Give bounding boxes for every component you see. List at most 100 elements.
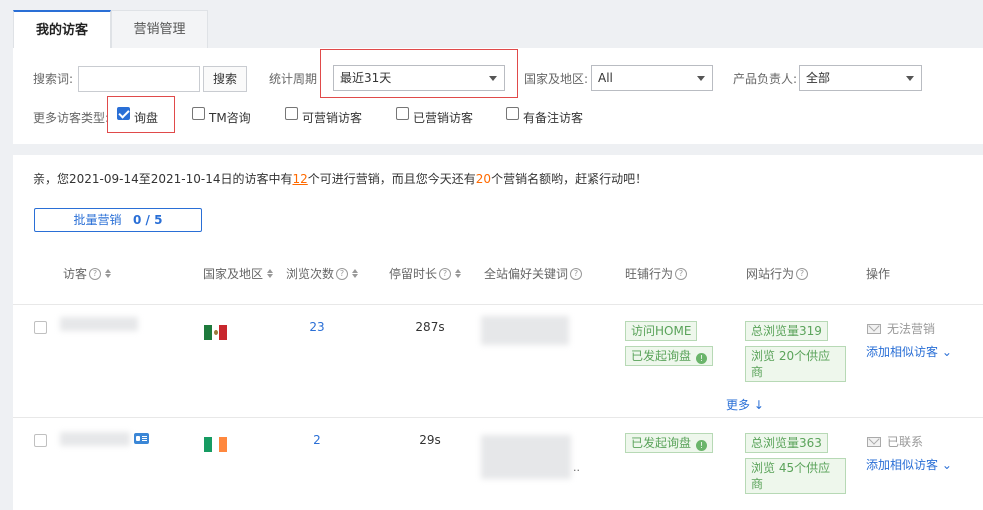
region-select[interactable]: All <box>591 65 713 91</box>
col-keywords-label: 全站偏好关键词 <box>484 267 569 281</box>
mail-icon <box>867 436 881 447</box>
views-count[interactable]: 2 <box>297 433 337 447</box>
more-types-label: 更多访客类型: <box>33 111 110 125</box>
more-label: 更多 <box>726 398 751 412</box>
search-label: 搜索词: <box>33 72 74 86</box>
views-count[interactable]: 23 <box>297 320 337 334</box>
bulk-marketing-button[interactable]: 批量营销 0 / 5 <box>34 208 202 232</box>
chevron-down-icon: ⌄ <box>941 458 952 472</box>
info-icon: ! <box>696 440 708 451</box>
op-status: 已联系 <box>867 433 923 450</box>
annotation-box-period <box>320 49 518 98</box>
add-similar-visitor-link[interactable]: 添加相似访客 ⌄ <box>866 456 952 473</box>
col-visitor-label: 访客 <box>63 267 88 281</box>
add-similar-visitor-link[interactable]: 添加相似访客 ⌄ <box>866 343 952 360</box>
notice-text-3: 个营销名额哟，赶紧行动吧！ <box>491 172 648 186</box>
col-stay-label: 停留时长 <box>389 267 438 281</box>
add-similar-visitor-label: 添加相似访客 <box>866 458 939 472</box>
marketable-label: 可营销访客 <box>302 111 363 125</box>
row-divider <box>13 417 983 418</box>
row-checkbox[interactable] <box>34 321 47 334</box>
col-stay[interactable]: 停留时长 ? <box>389 265 462 282</box>
mail-icon <box>867 323 881 334</box>
col-region[interactable]: 国家及地区 <box>203 265 274 282</box>
notice-text-1: 亲，您2021-09-14至2021-10-14日的访客中有 <box>33 172 293 186</box>
marketable-checkbox[interactable] <box>285 107 298 120</box>
site-browse-suppliers: 浏览 20个供应商 <box>745 346 846 382</box>
sort-icon[interactable] <box>105 269 112 278</box>
stay-duration: 287s <box>415 320 445 334</box>
owner-select[interactable]: 全部 <box>799 65 922 91</box>
sort-icon[interactable] <box>267 269 274 278</box>
add-similar-visitor-label: 添加相似访客 <box>866 345 939 359</box>
shop-tag-inquiry-label: 已发起询盘 <box>631 436 692 450</box>
col-visitor[interactable]: 访客 ? <box>63 265 112 282</box>
visitor-name-blurred <box>60 432 130 446</box>
help-icon[interactable]: ? <box>570 267 583 280</box>
owner-value: 全部 <box>806 71 831 85</box>
id-card-icon[interactable] <box>134 433 149 444</box>
help-icon[interactable]: ? <box>439 267 452 280</box>
tm-consult-label: TM咨询 <box>209 111 251 125</box>
tab-marketing-management[interactable]: 营销管理 <box>111 10 208 48</box>
chevron-down-icon: ⌄ <box>941 345 952 359</box>
ireland-flag-icon <box>204 437 228 452</box>
tm-consult-checkbox[interactable] <box>192 107 205 120</box>
shop-tag-inquiry: 已发起询盘! <box>625 346 714 366</box>
tab-bar: 我的访客 营销管理 <box>0 0 983 48</box>
inquiry-label: 询盘 <box>134 111 159 125</box>
op-status-label: 已联系 <box>887 435 924 449</box>
col-region-label: 国家及地区 <box>203 267 264 281</box>
filter-panel: 搜索词: 搜索 统计周期 最近31天 国家及地区: All 产品负责人: 全部 … <box>13 48 983 144</box>
col-shop-label: 旺铺行为 <box>625 267 674 281</box>
tab-my-visitors[interactable]: 我的访客 <box>13 10 111 48</box>
col-ops-label: 操作 <box>866 267 891 281</box>
search-button[interactable]: 搜索 <box>203 66 247 92</box>
keywords-blurred <box>481 435 571 479</box>
col-ops: 操作 <box>866 265 890 282</box>
marketed-checkbox[interactable] <box>396 107 409 120</box>
col-views[interactable]: 浏览次数 ? <box>286 265 359 282</box>
search-input[interactable] <box>78 66 200 92</box>
notice-text-2: 个可进行营销，而且您今天还有 <box>307 172 476 186</box>
help-icon[interactable]: ? <box>675 267 688 280</box>
noted-checkbox[interactable] <box>506 107 519 120</box>
period-label: 统计周期 <box>269 72 318 86</box>
help-icon[interactable]: ? <box>89 267 102 280</box>
marketed-label: 已营销访客 <box>413 111 474 125</box>
shop-tag-inquiry: 已发起询盘! <box>625 433 714 453</box>
op-status: 无法营销 <box>867 320 935 337</box>
inquiry-checkbox[interactable] <box>117 107 130 120</box>
sort-icon[interactable] <box>352 269 359 278</box>
marketing-notice: 亲，您2021-09-14至2021-10-14日的访客中有12个可进行营销，而… <box>33 170 647 187</box>
quota-count: 20 <box>475 172 492 186</box>
keywords-blurred <box>481 316 569 345</box>
col-keywords: 全站偏好关键词 ? <box>484 265 583 282</box>
row-checkbox[interactable] <box>34 434 47 447</box>
region-value: All <box>598 71 613 85</box>
visitor-list-panel: 亲，您2021-09-14至2021-10-14日的访客中有12个可进行营销，而… <box>13 155 983 510</box>
shop-tag-visit-home: 访问HOME <box>625 321 698 341</box>
info-icon: ! <box>696 353 708 364</box>
more-link[interactable]: 更多 ↓ <box>726 396 764 413</box>
shop-tag-inquiry-label: 已发起询盘 <box>631 349 692 363</box>
keywords-ellipsis: .. <box>573 461 580 474</box>
col-site-label: 网站行为 <box>746 267 795 281</box>
visitor-name-blurred <box>60 317 138 331</box>
col-site: 网站行为 ? <box>746 265 809 282</box>
region-label: 国家及地区: <box>524 72 589 86</box>
noted-label: 有备注访客 <box>523 111 584 125</box>
sort-icon[interactable] <box>455 269 462 278</box>
help-icon[interactable]: ? <box>336 267 349 280</box>
chevron-down-icon <box>906 76 914 81</box>
site-browse-suppliers: 浏览 45个供应商 <box>745 458 846 494</box>
row-divider <box>13 304 983 305</box>
marketable-count[interactable]: 12 <box>292 172 307 186</box>
mexico-flag-icon <box>204 325 228 340</box>
bulk-marketing-count: 0 / 5 <box>133 213 163 227</box>
col-views-label: 浏览次数 <box>286 267 335 281</box>
site-total-views: 总浏览量363 <box>745 433 828 453</box>
op-status-label: 无法营销 <box>887 322 936 336</box>
owner-label: 产品负责人: <box>733 72 798 86</box>
help-icon[interactable]: ? <box>796 267 809 280</box>
